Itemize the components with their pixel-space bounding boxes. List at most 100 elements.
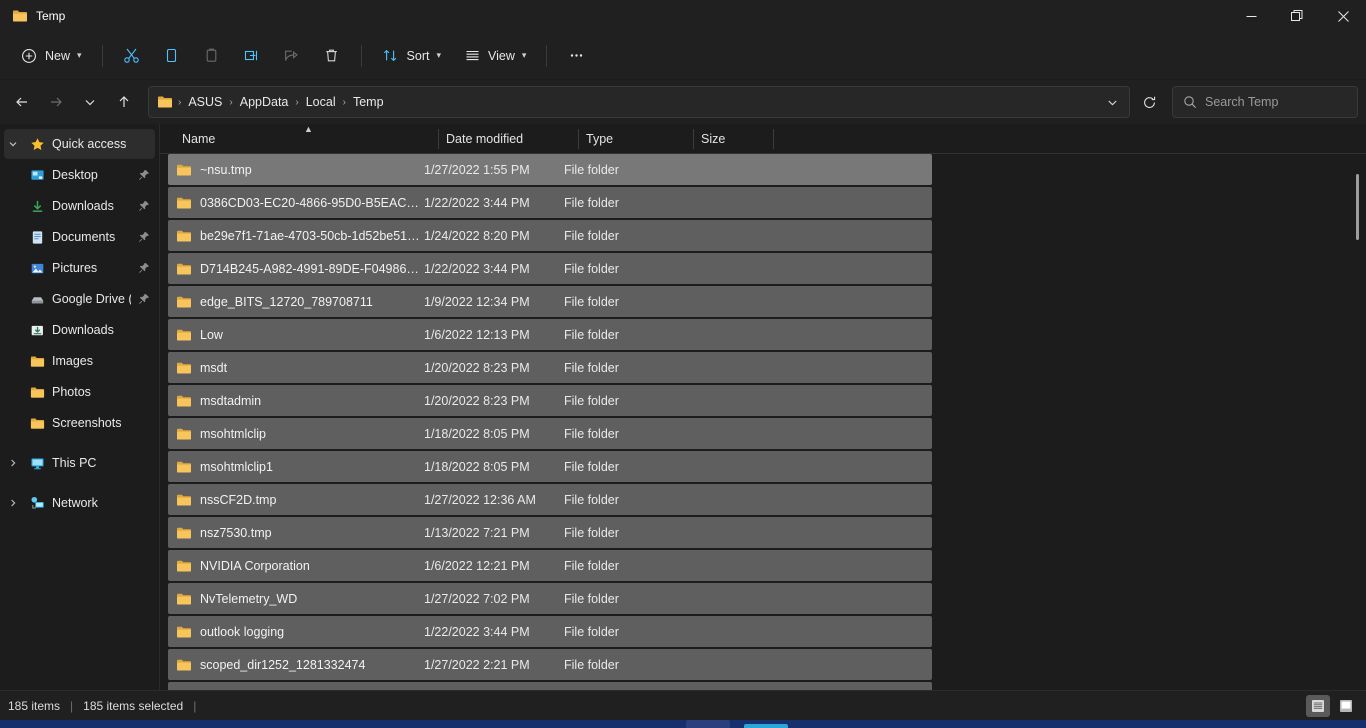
table-row[interactable]: outlook logging 1/22/2022 3:44 PM File fol… (168, 616, 932, 647)
file-list-pane: ▲ Name Date modified Type Size ~nsu.tmp 1… (160, 124, 1366, 690)
sidebar-item-documents[interactable]: Documents (4, 222, 155, 252)
column-header-date-modified[interactable]: Date modified (438, 124, 578, 154)
file-name-cell: msohtmlclip (168, 426, 424, 442)
table-row[interactable]: edge_BITS_12720_789708711 1/9/2022 12:34 … (168, 286, 932, 317)
pin-icon[interactable] (137, 293, 151, 305)
pictures-icon (28, 261, 46, 276)
breadcrumb[interactable]: › ASUS › AppData › Local › Temp (148, 86, 1130, 118)
table-row[interactable]: D714B245-A982-4991-89DE-F04986C4C6431/22… (168, 253, 932, 284)
table-row[interactable]: msdt 1/20/2022 8:23 PM File folder (168, 352, 932, 383)
view-button[interactable]: View ▾ (453, 39, 536, 73)
taskbar-item-active[interactable] (744, 724, 788, 728)
pin-icon[interactable] (137, 169, 151, 181)
forward-button[interactable] (40, 86, 72, 118)
large-icons-view-button[interactable] (1334, 695, 1358, 717)
search-input[interactable] (1205, 95, 1347, 109)
new-button-label: New (45, 48, 71, 63)
copy-button[interactable] (153, 39, 191, 73)
breadcrumb-chevron-down-icon[interactable] (1099, 89, 1125, 115)
title-bar-left: Temp (0, 8, 65, 24)
more-button[interactable] (557, 39, 595, 73)
file-name-label: NvTelemetry_WD (200, 591, 298, 606)
file-name-label: D714B245-A982-4991-89DE-F04986C4C643 (200, 261, 424, 276)
chevron-right-icon[interactable] (4, 458, 22, 468)
column-header-type[interactable]: Type (578, 124, 693, 154)
breadcrumb-item-asus[interactable]: ASUS (182, 92, 228, 112)
table-row[interactable]: nsz7530.tmp 1/13/2022 7:21 PM File folder (168, 517, 932, 548)
status-separator: | (70, 698, 74, 713)
pin-icon[interactable] (137, 231, 151, 243)
date-modified-cell: 1/18/2022 8:05 PM (424, 426, 530, 441)
refresh-button[interactable] (1134, 87, 1164, 117)
table-row[interactable]: NVIDIA Corporation 1/6/2022 12:21 PM File … (168, 550, 932, 581)
folder-icon (12, 8, 28, 24)
scrollbar-thumb[interactable] (1356, 174, 1359, 240)
sidebar-item-google-drive[interactable]: Google Drive (G (4, 284, 155, 314)
type-cell: File folder (564, 195, 619, 210)
pin-icon[interactable] (137, 262, 151, 274)
up-button[interactable] (108, 86, 140, 118)
this-pc-icon (28, 456, 46, 471)
table-row[interactable]: scoped_dir2360_8995201271/20/2022 12:32 … (168, 682, 932, 690)
sidebar-item-label: Desktop (52, 168, 98, 182)
table-row[interactable]: msdtadmin 1/20/2022 8:23 PM File folder (168, 385, 932, 416)
table-row[interactable]: Low 1/6/2022 12:13 PM File folder (168, 319, 932, 350)
table-row[interactable]: ~nsu.tmp 1/27/2022 1:55 PM File folder (168, 154, 932, 185)
sidebar-item-pictures[interactable]: Pictures (4, 253, 155, 283)
column-header-size[interactable]: Size (693, 124, 773, 154)
vertical-scrollbar[interactable] (1350, 154, 1364, 690)
breadcrumb-item-temp[interactable]: Temp (347, 92, 390, 112)
sidebar-item-label: Quick access (52, 137, 127, 151)
table-row[interactable]: nssCF2D.tmp 1/27/2022 12:36 AM File folder (168, 484, 932, 515)
breadcrumb-item-local[interactable]: Local (300, 92, 342, 112)
date-modified-cell: 1/9/2022 12:34 PM (424, 294, 530, 309)
folder-icon (176, 195, 192, 211)
search-icon (1183, 95, 1197, 109)
type-cell: File folder (564, 393, 619, 408)
sidebar-item-desktop[interactable]: Desktop (4, 160, 155, 190)
new-button[interactable]: New ▾ (10, 39, 92, 73)
sidebar-item-screenshots[interactable]: Screenshots (4, 408, 155, 438)
close-button[interactable] (1320, 0, 1366, 32)
rename-button[interactable] (233, 39, 271, 73)
chevron-right-icon[interactable] (4, 498, 22, 508)
table-row[interactable]: be29e7f1-71ae-4703-50cb-1d52be512f51 1/24… (168, 220, 932, 251)
delete-button[interactable] (313, 39, 351, 73)
table-row[interactable]: scoped_dir1252_1281332474 1/27/2022 2:21 … (168, 649, 932, 680)
search-box[interactable] (1172, 86, 1358, 118)
sidebar-item-photos[interactable]: Photos (4, 377, 155, 407)
sidebar-item-downloads-folder[interactable]: Downloads (4, 315, 155, 345)
status-separator: | (193, 698, 197, 713)
sort-button[interactable]: Sort ▾ (372, 39, 451, 73)
table-row[interactable]: msohtmlclip1 1/18/2022 8:05 PM File folder (168, 451, 932, 482)
cut-button[interactable] (113, 39, 151, 73)
table-row[interactable]: NvTelemetry_WD 1/27/2022 7:02 PM File fold… (168, 583, 932, 614)
paste-button[interactable] (193, 39, 231, 73)
date-modified-cell: 1/13/2022 7:21 PM (424, 525, 530, 540)
back-button[interactable] (6, 86, 38, 118)
chevron-down-icon[interactable] (4, 139, 22, 149)
date-modified-cell: 1/18/2022 8:05 PM (424, 459, 530, 474)
pin-icon[interactable] (137, 200, 151, 212)
sidebar-item-quick-access[interactable]: Quick access (4, 129, 155, 159)
sidebar-item-this-pc[interactable]: This PC (4, 448, 155, 478)
details-view-button[interactable] (1306, 694, 1330, 717)
file-name-cell: nssCF2D.tmp (168, 492, 424, 508)
breadcrumb-item-appdata[interactable]: AppData (234, 92, 295, 112)
folder-icon (28, 385, 46, 400)
file-name-label: msdtadmin (200, 393, 262, 408)
table-row[interactable]: 0386CD03-EC20-4866-95D0-B5EAC754B9121/22… (168, 187, 932, 218)
minimize-button[interactable] (1228, 0, 1274, 32)
sidebar-item-network[interactable]: Network (4, 488, 155, 518)
restore-button[interactable] (1274, 0, 1320, 32)
sidebar-item-label: Downloads (52, 199, 114, 213)
sidebar-item-downloads[interactable]: Downloads (4, 191, 155, 221)
title-bar: Temp (0, 0, 1366, 32)
sidebar-item-images[interactable]: Images (4, 346, 155, 376)
file-name-label: msohtmlclip (200, 426, 266, 441)
recent-locations-button[interactable] (74, 86, 106, 118)
column-header-name[interactable]: ▲ Name (174, 124, 438, 154)
table-row[interactable]: msohtmlclip 1/18/2022 8:05 PM File folder (168, 418, 932, 449)
share-button[interactable] (273, 39, 311, 73)
date-modified-cell: 1/6/2022 12:21 PM (424, 558, 530, 573)
